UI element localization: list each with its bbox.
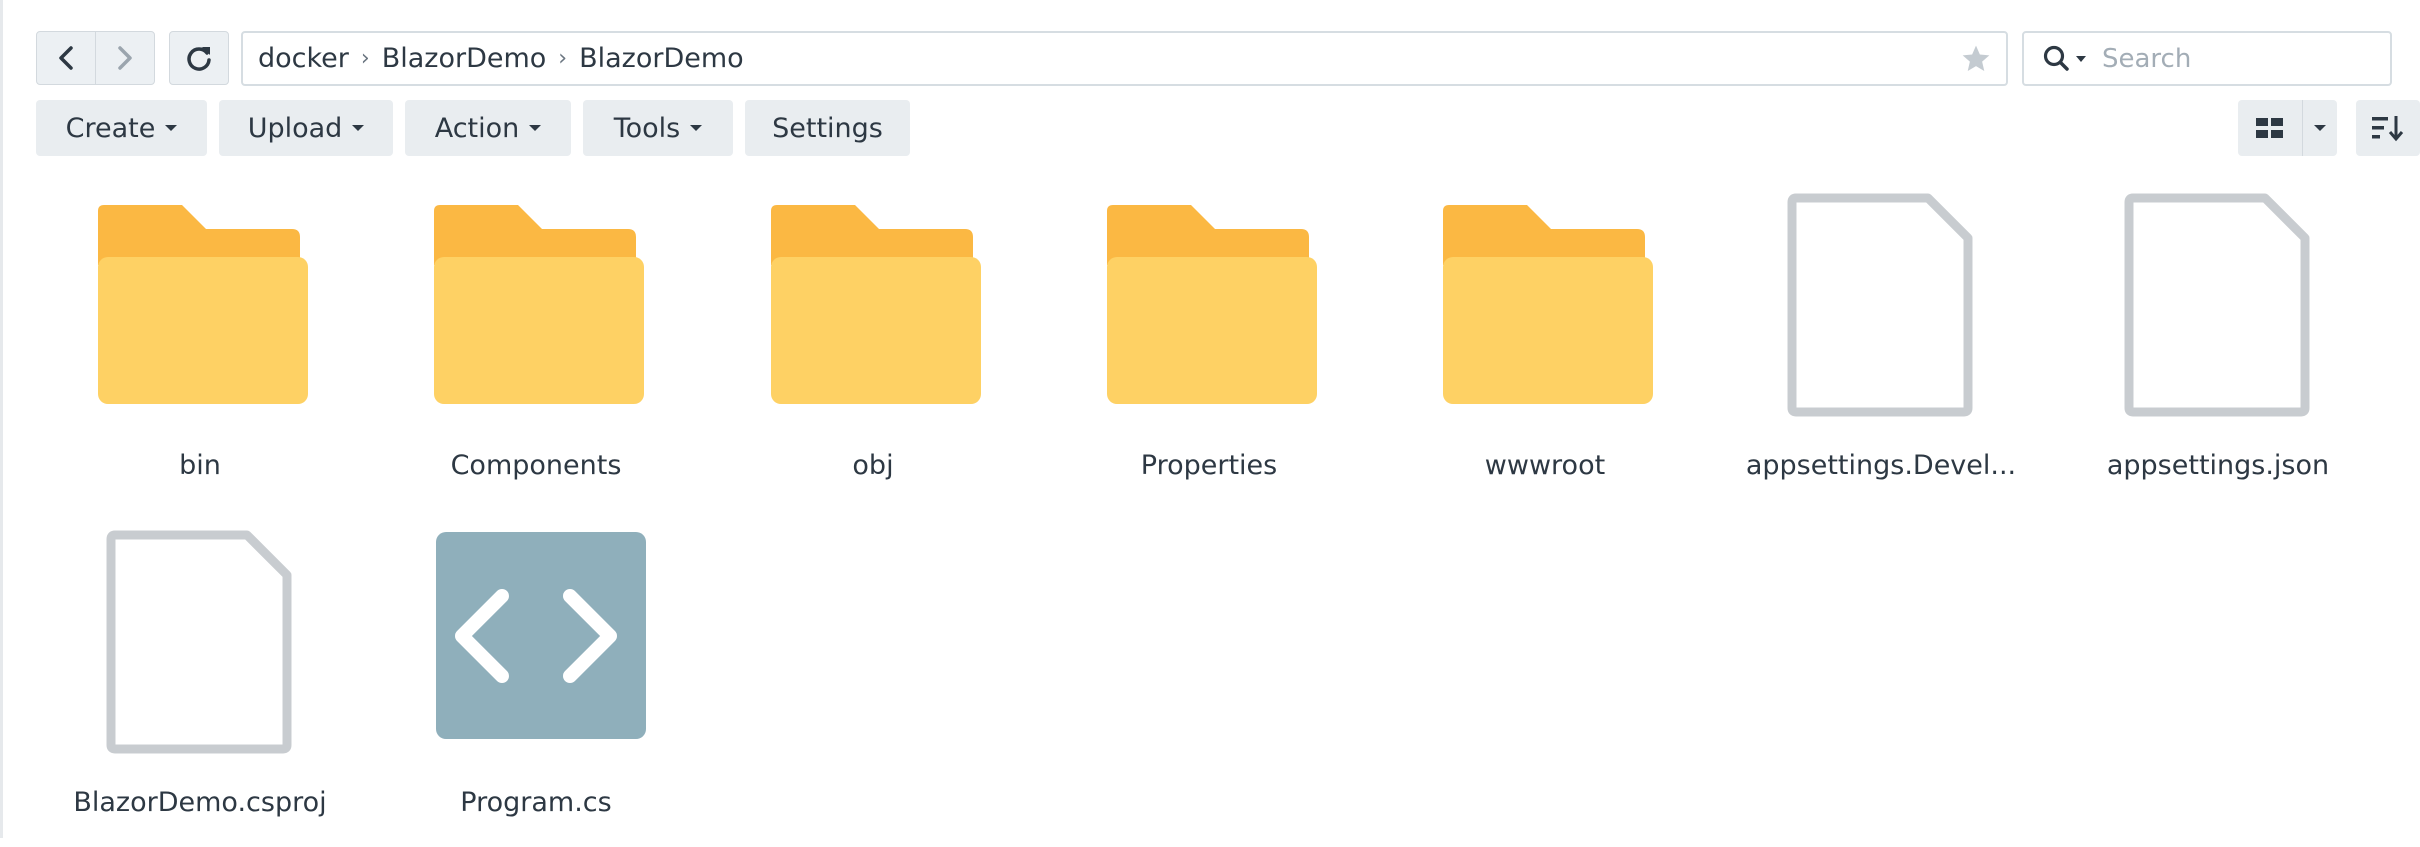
view-mode-button[interactable]	[2238, 100, 2302, 156]
chevron-down-icon	[2076, 55, 2086, 62]
sort-button[interactable]	[2356, 100, 2420, 156]
breadcrumb-docker[interactable]: docker	[258, 43, 349, 74]
file-icon	[1787, 193, 1973, 417]
folder-icon	[434, 205, 644, 404]
toolbar: Create Upload Action Tools Settings	[36, 100, 2420, 157]
folder-icon	[771, 205, 981, 404]
grid-view-icon	[2256, 118, 2283, 138]
file-name: obj	[852, 450, 894, 481]
file-name: bin	[179, 450, 221, 481]
file-item-wwwroot[interactable]: wwwroot	[1395, 180, 1695, 510]
file-name: Properties	[1140, 450, 1278, 481]
chevron-down-icon	[165, 125, 178, 131]
path-bar[interactable]: docker › BlazorDemo › BlazorDemo	[241, 31, 2008, 86]
file-name: BlazorDemo.csproj	[73, 787, 327, 818]
file-item-properties[interactable]: Properties	[1059, 180, 1359, 510]
breadcrumb-blazordemo-current[interactable]: BlazorDemo	[579, 43, 744, 74]
breadcrumb-separator: ›	[360, 46, 370, 71]
file-item-bin[interactable]: bin	[50, 180, 350, 510]
folder-icon	[98, 205, 308, 404]
search-options[interactable]	[2042, 44, 2086, 74]
file-icon	[2124, 193, 2310, 417]
file-name: appsettings.json	[2106, 450, 2330, 481]
action-label: Action	[434, 112, 520, 144]
refresh-icon	[187, 47, 211, 71]
settings-label: Settings	[772, 112, 883, 144]
chevron-down-icon	[690, 125, 703, 131]
refresh-button[interactable]	[169, 31, 229, 85]
star-icon[interactable]	[1960, 43, 1992, 75]
file-item-components[interactable]: Components	[386, 180, 686, 510]
view-mode-dropdown[interactable]	[2302, 100, 2337, 156]
code-file-icon	[436, 532, 646, 739]
file-name: Program.cs	[460, 787, 612, 818]
search-box[interactable]	[2022, 31, 2392, 86]
file-icon	[106, 530, 292, 754]
tools-button[interactable]: Tools	[583, 100, 733, 156]
tools-label: Tools	[613, 112, 681, 144]
folder-icon	[1443, 205, 1653, 404]
create-button[interactable]: Create	[36, 100, 207, 156]
chevron-left-icon	[59, 46, 73, 70]
breadcrumb-blazordemo[interactable]: BlazorDemo	[382, 43, 547, 74]
file-name: wwwroot	[1484, 450, 1606, 481]
file-item-appsettings-json[interactable]: appsettings.json	[2068, 180, 2368, 510]
navigation-bar: docker › BlazorDemo › BlazorDemo	[36, 31, 2392, 88]
file-item-program-cs[interactable]: Program.cs	[386, 517, 686, 847]
breadcrumb-separator: ›	[558, 46, 568, 71]
file-item-blazordemo-csproj[interactable]: BlazorDemo.csproj	[50, 517, 350, 847]
chevron-right-icon	[118, 46, 132, 70]
upload-label: Upload	[247, 112, 343, 144]
create-label: Create	[65, 112, 156, 144]
chevron-down-icon	[2314, 125, 2326, 131]
settings-button[interactable]: Settings	[745, 100, 910, 156]
back-button[interactable]	[36, 31, 96, 85]
file-item-obj[interactable]: obj	[723, 180, 1023, 510]
search-input[interactable]	[2100, 42, 2364, 75]
file-name: Components	[450, 450, 622, 481]
file-name: appsettings.Devel...	[1745, 450, 2017, 481]
folder-icon	[1107, 205, 1317, 404]
forward-button[interactable]	[95, 31, 155, 85]
sort-icon	[2372, 116, 2404, 142]
upload-button[interactable]: Upload	[219, 100, 393, 156]
file-item-appsettings-development[interactable]: appsettings.Devel...	[1731, 180, 2031, 510]
action-button[interactable]: Action	[405, 100, 571, 156]
chevron-down-icon	[529, 125, 542, 131]
chevron-down-icon	[352, 125, 365, 131]
file-grid: bin Components obj Properties wwwroot ap…	[0, 180, 2420, 838]
search-icon	[2043, 45, 2069, 71]
